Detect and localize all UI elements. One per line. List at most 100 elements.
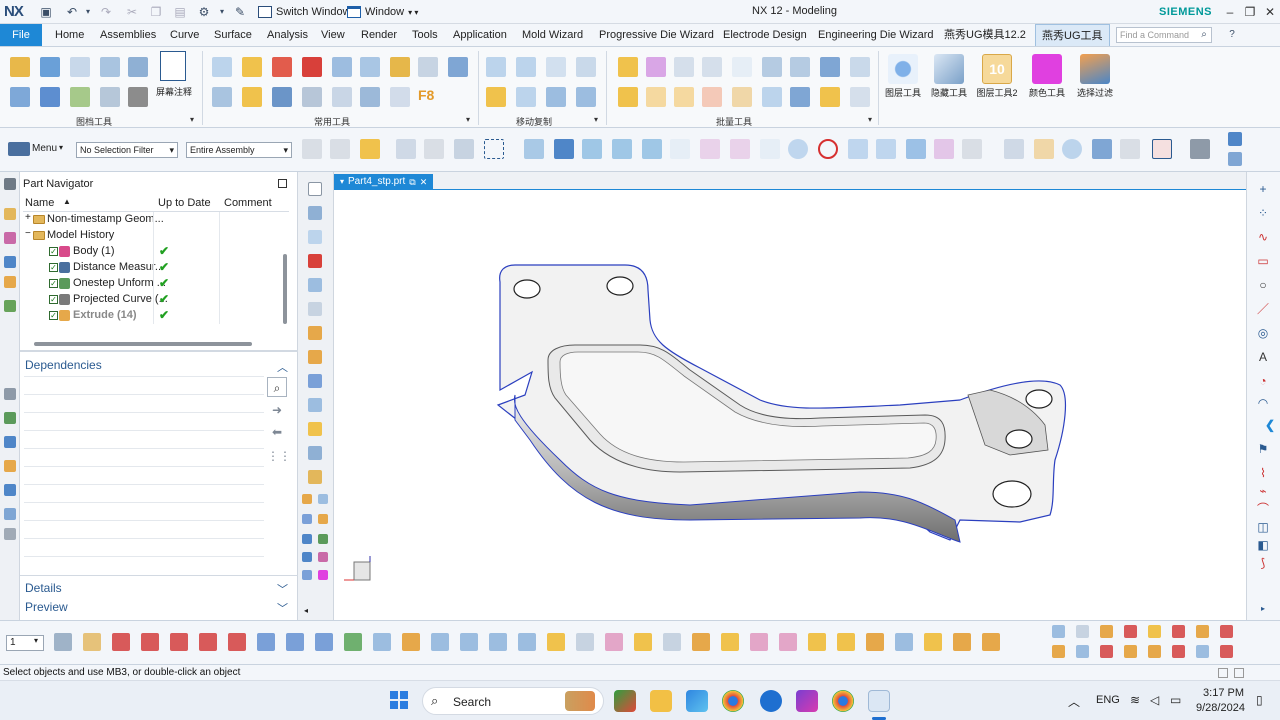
app-blue-icon[interactable] <box>760 690 782 712</box>
quick-tool-8-icon[interactable] <box>1220 625 1233 638</box>
quick-tool-10-icon[interactable] <box>1076 645 1089 658</box>
nx-app-icon[interactable] <box>868 690 890 712</box>
surface-tool-9-icon[interactable] <box>286 633 304 651</box>
quick-tool-2-icon[interactable] <box>1076 625 1089 638</box>
batch-10-icon[interactable] <box>646 87 666 107</box>
quick-tool-14-icon[interactable] <box>1172 645 1185 658</box>
measure-icon[interactable] <box>332 57 352 77</box>
repeat-dropdown-icon[interactable]: ▾ <box>214 4 230 20</box>
batch-12-icon[interactable] <box>702 87 722 107</box>
surface-tool-15-icon[interactable] <box>460 633 478 651</box>
sketch-icon[interactable] <box>308 182 322 196</box>
clock-date[interactable]: 9/28/2024 <box>1196 702 1245 714</box>
surface-tool-24-icon[interactable] <box>721 633 739 651</box>
window-menu-button[interactable]: Window ▾ ▾ <box>347 4 418 20</box>
clock-time[interactable]: 3:17 PM <box>1196 687 1244 699</box>
part-navigator-icon[interactable] <box>4 256 16 268</box>
snap-cross-icon[interactable] <box>848 139 868 159</box>
snap-3-icon[interactable] <box>582 139 602 159</box>
surface-tool-14-icon[interactable] <box>431 633 449 651</box>
quick-tool-6-icon[interactable] <box>1172 625 1185 638</box>
column-comment[interactable]: Comment <box>224 197 272 209</box>
angle-icon[interactable] <box>390 87 410 107</box>
hd3d-icon[interactable] <box>4 300 16 312</box>
box-outline-icon[interactable] <box>302 87 322 107</box>
collapse-dependencies-icon[interactable]: ︿ <box>277 359 288 375</box>
batch-14-icon[interactable] <box>790 87 810 107</box>
plus-icon[interactable]: + <box>1256 182 1270 196</box>
tab-view[interactable]: View <box>321 24 345 46</box>
surface-tool-19-icon[interactable] <box>576 633 594 651</box>
cube-icon[interactable] <box>242 87 262 107</box>
layer-dropdown-icon[interactable]: ▾ <box>34 636 38 645</box>
visibility-checkbox[interactable]: ✓ <box>49 247 58 256</box>
search-icon[interactable]: ⌕ <box>1196 27 1212 43</box>
select-icon-2[interactable] <box>330 139 350 159</box>
chrome-profile-icon[interactable] <box>832 690 854 712</box>
shape-icon[interactable]: ◔ <box>1256 374 1270 388</box>
layer-tools-2-button[interactable]: 10 图层工具2 <box>976 51 1018 99</box>
trim-icon[interactable] <box>418 57 438 77</box>
surface-tool-29-icon[interactable] <box>866 633 884 651</box>
axis-icon[interactable] <box>212 87 232 107</box>
select-icon-6[interactable] <box>454 139 474 159</box>
quick-tool-12-icon[interactable] <box>1124 645 1137 658</box>
rotate-view-icon[interactable] <box>1062 139 1082 159</box>
next-dependency-icon[interactable]: ➜ <box>267 400 287 420</box>
graphics-window[interactable] <box>334 190 1246 620</box>
mirror-icon[interactable] <box>360 57 380 77</box>
orient-view-icon[interactable] <box>1152 139 1172 159</box>
navigator-horizontal-scrollbar[interactable] <box>34 342 252 346</box>
select-icon-4[interactable] <box>396 139 416 159</box>
cylinder-icon[interactable] <box>360 87 380 107</box>
move-diag-icon[interactable] <box>516 57 536 77</box>
wifi-icon[interactable]: ≋ <box>1130 693 1140 707</box>
view-fit-icon[interactable] <box>1004 139 1024 159</box>
shade-icon[interactable] <box>128 87 148 107</box>
replace-face-icon[interactable] <box>308 446 322 460</box>
batch-11-icon[interactable] <box>674 87 694 107</box>
snap-circle-icon[interactable] <box>818 139 838 159</box>
curve-tool-e-icon[interactable]: ◧ <box>1256 538 1270 552</box>
history-icon[interactable] <box>4 388 16 400</box>
tool-e-icon[interactable] <box>302 534 312 544</box>
manufacturing-wizard-icon[interactable] <box>4 436 16 448</box>
snap-face-icon[interactable] <box>934 139 954 159</box>
view-triad-icon[interactable] <box>1120 139 1140 159</box>
batch-16-icon[interactable] <box>850 87 870 107</box>
preview-header[interactable]: Preview <box>25 600 68 614</box>
constraint-navigator-icon[interactable] <box>4 232 16 244</box>
batch-2-icon[interactable] <box>646 57 666 77</box>
surface-tool-27-icon[interactable] <box>808 633 826 651</box>
select-icon-3[interactable] <box>360 139 380 159</box>
arrows-icon[interactable] <box>576 57 596 77</box>
point-icon[interactable] <box>390 57 410 77</box>
merge-icon[interactable] <box>70 87 90 107</box>
navigator-row[interactable]: ✓ Projected Curve (... ✔ <box>23 292 289 308</box>
batch-3-icon[interactable] <box>674 57 694 77</box>
surface-tool-5-icon[interactable] <box>170 633 188 651</box>
tab-curve[interactable]: Curve <box>170 24 199 46</box>
tool-h-icon[interactable] <box>318 552 328 562</box>
folder-icon[interactable] <box>10 87 30 107</box>
navigator-row[interactable]: + Non-timestamp Geom... <box>23 212 289 228</box>
surface-tool-16-icon[interactable] <box>489 633 507 651</box>
person-icon[interactable] <box>272 87 292 107</box>
undo-dropdown-icon[interactable]: ▾ <box>80 4 96 20</box>
tab-home[interactable]: Home <box>55 24 84 46</box>
block-icon[interactable] <box>242 57 262 77</box>
surface-tool-25-icon[interactable] <box>750 633 768 651</box>
group-3-dropdown-icon[interactable]: ▾ <box>594 115 598 124</box>
notifications-icon[interactable]: ▯ <box>1256 693 1263 707</box>
navigator-vertical-scrollbar[interactable] <box>283 254 287 324</box>
box-select-icon[interactable] <box>484 139 504 159</box>
part-model[interactable] <box>334 190 1246 620</box>
tab-file[interactable]: File <box>0 24 42 46</box>
part-tab[interactable]: ▾ Part4_stp.prt ⧉ ✕ <box>334 174 434 190</box>
scope-select[interactable]: Entire Assembly <box>186 142 292 158</box>
app-purple-icon[interactable] <box>796 690 818 712</box>
export-icon[interactable] <box>70 57 90 77</box>
tab-mold-wizard[interactable]: Mold Wizard <box>522 24 583 46</box>
surface-tool-17-icon[interactable] <box>518 633 536 651</box>
tab-analysis[interactable]: Analysis <box>267 24 308 46</box>
